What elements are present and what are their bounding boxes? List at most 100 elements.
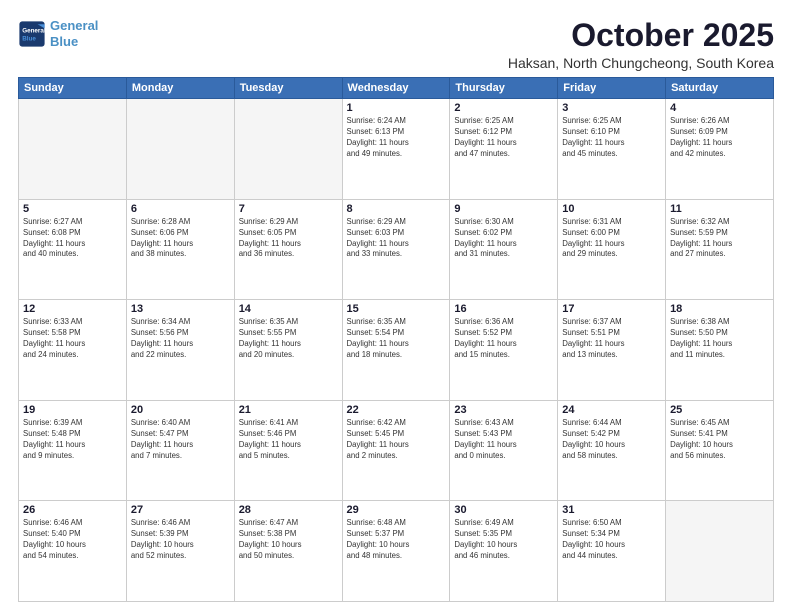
- empty-cell: [666, 501, 774, 602]
- day-cell-3: 3 Sunrise: 6:25 AM Sunset: 6:10 PM Daylig…: [558, 99, 666, 200]
- day-info: Sunrise: 6:25 AM Sunset: 6:12 PM Dayligh…: [454, 116, 553, 160]
- day-number: 25: [670, 404, 769, 416]
- empty-cell: [19, 99, 127, 200]
- week-row-5: 26Sunrise: 6:46 AM Sunset: 5:40 PM Dayli…: [19, 501, 774, 602]
- day-number: 19: [23, 404, 122, 416]
- day-info: Sunrise: 6:47 AM Sunset: 5:38 PM Dayligh…: [239, 518, 338, 562]
- day-cell-4: 4Sunrise: 6:26 AM Sunset: 6:09 PM Daylig…: [666, 99, 774, 200]
- calendar-page: General Blue General Blue October 2025 H…: [0, 0, 792, 612]
- day-cell-27: 27Sunrise: 6:46 AM Sunset: 5:39 PM Dayli…: [126, 501, 234, 602]
- day-number: 22: [347, 404, 446, 416]
- day-cell-17: 17Sunrise: 6:37 AM Sunset: 5:51 PM Dayli…: [558, 300, 666, 401]
- day-number: 28: [239, 504, 338, 516]
- weekday-header-thursday: Thursday: [450, 78, 558, 99]
- week-row-1: 1Sunrise: 6:24 AM Sunset: 6:13 PM Daylig…: [19, 99, 774, 200]
- day-info: Sunrise: 6:37 AM Sunset: 5:51 PM Dayligh…: [562, 317, 661, 361]
- day-number: 6: [131, 203, 230, 215]
- day-number: 3: [562, 102, 661, 114]
- day-number: 4: [670, 102, 769, 114]
- day-info: Sunrise: 6:34 AM Sunset: 5:56 PM Dayligh…: [131, 317, 230, 361]
- day-cell-9: 9Sunrise: 6:30 AM Sunset: 6:02 PM Daylig…: [450, 199, 558, 300]
- day-cell-18: 18 Sunrise: 6:38 AM Sunset: 5:50 PM Dayli…: [666, 300, 774, 401]
- empty-cell: [126, 99, 234, 200]
- day-info: Sunrise: 6:35 AM Sunset: 5:55 PM Dayligh…: [239, 317, 338, 361]
- week-row-4: 19 Sunrise: 6:39 AM Sunset: 5:48 PM Dayli…: [19, 400, 774, 501]
- day-info: Sunrise: 6:35 AM Sunset: 5:54 PM Dayligh…: [347, 317, 446, 361]
- day-info: Sunrise: 6:32 AM Sunset: 5:59 PM Dayligh…: [670, 217, 769, 261]
- logo-line1: General: [50, 18, 98, 33]
- svg-text:Blue: Blue: [22, 35, 36, 42]
- day-number: 16: [454, 303, 553, 315]
- day-number: 18: [670, 303, 769, 315]
- day-cell-22: 22 Sunrise: 6:42 AM Sunset: 5:45 PM Dayli…: [342, 400, 450, 501]
- weekday-header-wednesday: Wednesday: [342, 78, 450, 99]
- day-info: Sunrise: 6:43 AM Sunset: 5:43 PM Dayligh…: [454, 418, 553, 462]
- day-number: 26: [23, 504, 122, 516]
- day-cell-2: 2Sunrise: 6:25 AM Sunset: 6:12 PM Daylig…: [450, 99, 558, 200]
- week-row-3: 12 Sunrise: 6:33 AM Sunset: 5:58 PM Dayli…: [19, 300, 774, 401]
- calendar-title: October 2025: [508, 18, 774, 53]
- day-info: Sunrise: 6:33 AM Sunset: 5:58 PM Dayligh…: [23, 317, 122, 361]
- day-number: 20: [131, 404, 230, 416]
- weekday-header-sunday: Sunday: [19, 78, 127, 99]
- day-info: Sunrise: 6:40 AM Sunset: 5:47 PM Dayligh…: [131, 418, 230, 462]
- day-info: Sunrise: 6:28 AM Sunset: 6:06 PM Dayligh…: [131, 217, 230, 261]
- day-cell-25: 25 Sunrise: 6:45 AM Sunset: 5:41 PM Dayli…: [666, 400, 774, 501]
- day-number: 10: [562, 203, 661, 215]
- calendar-subtitle: Haksan, North Chungcheong, South Korea: [508, 55, 774, 71]
- day-cell-29: 29 Sunrise: 6:48 AM Sunset: 5:37 PM Dayli…: [342, 501, 450, 602]
- title-block: October 2025 Haksan, North Chungcheong, …: [508, 18, 774, 71]
- svg-text:General: General: [22, 27, 46, 34]
- day-cell-8: 8Sunrise: 6:29 AM Sunset: 6:03 PM Daylig…: [342, 199, 450, 300]
- logo-text: General Blue: [50, 18, 98, 49]
- weekday-header-row: SundayMondayTuesdayWednesdayThursdayFrid…: [19, 78, 774, 99]
- day-info: Sunrise: 6:29 AM Sunset: 6:03 PM Dayligh…: [347, 217, 446, 261]
- day-info: Sunrise: 6:31 AM Sunset: 6:00 PM Dayligh…: [562, 217, 661, 261]
- day-number: 23: [454, 404, 553, 416]
- day-cell-1: 1Sunrise: 6:24 AM Sunset: 6:13 PM Daylig…: [342, 99, 450, 200]
- day-number: 7: [239, 203, 338, 215]
- day-cell-31: 31 Sunrise: 6:50 AM Sunset: 5:34 PM Dayli…: [558, 501, 666, 602]
- day-cell-7: 7Sunrise: 6:29 AM Sunset: 6:05 PM Daylig…: [234, 199, 342, 300]
- day-cell-30: 30Sunrise: 6:49 AM Sunset: 5:35 PM Dayli…: [450, 501, 558, 602]
- day-info: Sunrise: 6:36 AM Sunset: 5:52 PM Dayligh…: [454, 317, 553, 361]
- weekday-header-tuesday: Tuesday: [234, 78, 342, 99]
- day-info: Sunrise: 6:49 AM Sunset: 5:35 PM Dayligh…: [454, 518, 553, 562]
- day-number: 24: [562, 404, 661, 416]
- logo-line2: Blue: [50, 34, 78, 49]
- week-row-2: 5Sunrise: 6:27 AM Sunset: 6:08 PM Daylig…: [19, 199, 774, 300]
- day-cell-11: 11 Sunrise: 6:32 AM Sunset: 5:59 PM Dayli…: [666, 199, 774, 300]
- day-cell-20: 20 Sunrise: 6:40 AM Sunset: 5:47 PM Dayli…: [126, 400, 234, 501]
- day-info: Sunrise: 6:45 AM Sunset: 5:41 PM Dayligh…: [670, 418, 769, 462]
- day-cell-14: 14Sunrise: 6:35 AM Sunset: 5:55 PM Dayli…: [234, 300, 342, 401]
- day-cell-24: 24 Sunrise: 6:44 AM Sunset: 5:42 PM Dayli…: [558, 400, 666, 501]
- day-cell-13: 13 Sunrise: 6:34 AM Sunset: 5:56 PM Dayli…: [126, 300, 234, 401]
- day-info: Sunrise: 6:42 AM Sunset: 5:45 PM Dayligh…: [347, 418, 446, 462]
- day-cell-15: 15 Sunrise: 6:35 AM Sunset: 5:54 PM Dayli…: [342, 300, 450, 401]
- day-cell-21: 21 Sunrise: 6:41 AM Sunset: 5:46 PM Dayli…: [234, 400, 342, 501]
- day-number: 15: [347, 303, 446, 315]
- day-cell-6: 6 Sunrise: 6:28 AM Sunset: 6:06 PM Daylig…: [126, 199, 234, 300]
- day-cell-5: 5Sunrise: 6:27 AM Sunset: 6:08 PM Daylig…: [19, 199, 127, 300]
- header: General Blue General Blue October 2025 H…: [18, 18, 774, 71]
- day-cell-12: 12 Sunrise: 6:33 AM Sunset: 5:58 PM Dayli…: [19, 300, 127, 401]
- day-cell-10: 10 Sunrise: 6:31 AM Sunset: 6:00 PM Dayli…: [558, 199, 666, 300]
- day-number: 31: [562, 504, 661, 516]
- day-info: Sunrise: 6:39 AM Sunset: 5:48 PM Dayligh…: [23, 418, 122, 462]
- day-cell-19: 19 Sunrise: 6:39 AM Sunset: 5:48 PM Dayli…: [19, 400, 127, 501]
- day-cell-23: 23 Sunrise: 6:43 AM Sunset: 5:43 PM Dayli…: [450, 400, 558, 501]
- day-cell-26: 26Sunrise: 6:46 AM Sunset: 5:40 PM Dayli…: [19, 501, 127, 602]
- day-number: 11: [670, 203, 769, 215]
- day-info: Sunrise: 6:41 AM Sunset: 5:46 PM Dayligh…: [239, 418, 338, 462]
- weekday-header-saturday: Saturday: [666, 78, 774, 99]
- day-number: 29: [347, 504, 446, 516]
- day-info: Sunrise: 6:48 AM Sunset: 5:37 PM Dayligh…: [347, 518, 446, 562]
- empty-cell: [234, 99, 342, 200]
- day-number: 12: [23, 303, 122, 315]
- day-number: 13: [131, 303, 230, 315]
- day-info: Sunrise: 6:44 AM Sunset: 5:42 PM Dayligh…: [562, 418, 661, 462]
- day-info: Sunrise: 6:25 AM Sunset: 6:10 PM Dayligh…: [562, 116, 661, 160]
- day-info: Sunrise: 6:50 AM Sunset: 5:34 PM Dayligh…: [562, 518, 661, 562]
- day-info: Sunrise: 6:38 AM Sunset: 5:50 PM Dayligh…: [670, 317, 769, 361]
- day-number: 21: [239, 404, 338, 416]
